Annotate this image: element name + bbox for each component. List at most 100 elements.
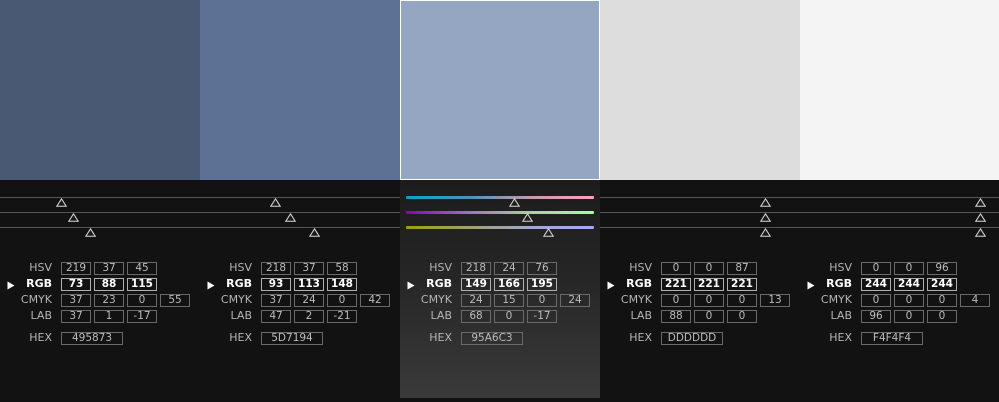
hsv-field-2[interactable]: 0 bbox=[694, 262, 724, 275]
triangle-up-icon[interactable] bbox=[759, 198, 771, 207]
lab-field-1[interactable]: 88 bbox=[661, 310, 691, 323]
cmyk-field-2[interactable]: 23 bbox=[94, 294, 124, 307]
cmyk-field-4[interactable]: 4 bbox=[960, 294, 990, 307]
rgb-field-2[interactable]: 113 bbox=[294, 278, 324, 291]
hsv-field-1[interactable]: 219 bbox=[61, 262, 91, 275]
cmyk-field-1[interactable]: 24 bbox=[461, 294, 491, 307]
cmyk-field-3[interactable]: 0 bbox=[927, 294, 957, 307]
rgb-field-1[interactable]: 244 bbox=[861, 278, 891, 291]
hsv-field-3[interactable]: 87 bbox=[727, 262, 757, 275]
lab-field-2[interactable]: 1 bbox=[94, 310, 124, 323]
channel-slider-2[interactable] bbox=[0, 212, 200, 213]
cmyk-field-1[interactable]: 0 bbox=[861, 294, 891, 307]
lab-field-1[interactable]: 47 bbox=[261, 310, 291, 323]
channel-slider-3[interactable] bbox=[800, 227, 999, 228]
cmyk-field-3[interactable]: 0 bbox=[727, 294, 757, 307]
cmyk-field-1[interactable]: 0 bbox=[661, 294, 691, 307]
triangle-up-icon[interactable] bbox=[974, 198, 986, 207]
hsv-field-3[interactable]: 96 bbox=[927, 262, 957, 275]
triangle-up-icon[interactable] bbox=[309, 228, 321, 237]
channel-slider-2[interactable] bbox=[200, 212, 400, 213]
lab-field-3[interactable]: -17 bbox=[127, 310, 157, 323]
color-swatch-5[interactable] bbox=[800, 0, 999, 180]
rgb-field-3[interactable]: 195 bbox=[527, 278, 557, 291]
triangle-up-icon[interactable] bbox=[269, 198, 281, 207]
lab-field-3[interactable]: -17 bbox=[527, 310, 557, 323]
hsv-field-2[interactable]: 24 bbox=[494, 262, 524, 275]
triangle-up-icon[interactable] bbox=[67, 213, 79, 222]
cmyk-field-4[interactable]: 13 bbox=[760, 294, 790, 307]
channel-slider-2[interactable] bbox=[800, 212, 999, 213]
triangle-up-icon[interactable] bbox=[974, 228, 986, 237]
triangle-up-icon[interactable] bbox=[759, 213, 771, 222]
cmyk-field-3[interactable]: 0 bbox=[327, 294, 357, 307]
hsv-field-3[interactable]: 58 bbox=[327, 262, 357, 275]
hsv-field-1[interactable]: 218 bbox=[461, 262, 491, 275]
hsv-field-1[interactable]: 0 bbox=[661, 262, 691, 275]
lab-field-3[interactable]: 0 bbox=[927, 310, 957, 323]
lab-field-2[interactable]: 0 bbox=[894, 310, 924, 323]
hsv-field-3[interactable]: 76 bbox=[527, 262, 557, 275]
rgb-field-1[interactable]: 221 bbox=[661, 278, 691, 291]
channel-slider-3[interactable] bbox=[200, 227, 400, 228]
channel-slider-1[interactable] bbox=[0, 197, 200, 198]
hex-field[interactable]: 5D7194 bbox=[261, 332, 323, 345]
triangle-up-icon[interactable] bbox=[84, 228, 96, 237]
triangle-up-icon[interactable] bbox=[509, 198, 521, 207]
channel-slider-1[interactable] bbox=[800, 197, 999, 198]
rgb-field-3[interactable]: 148 bbox=[327, 278, 357, 291]
hex-field[interactable]: 95A6C3 bbox=[461, 332, 523, 345]
lab-field-2[interactable]: 0 bbox=[694, 310, 724, 323]
rgb-field-1[interactable]: 93 bbox=[261, 278, 291, 291]
triangle-up-icon[interactable] bbox=[542, 228, 554, 237]
lab-field-2[interactable]: 0 bbox=[494, 310, 524, 323]
color-swatch-3[interactable] bbox=[400, 0, 600, 180]
cmyk-field-4[interactable]: 42 bbox=[360, 294, 390, 307]
lab-field-1[interactable]: 96 bbox=[861, 310, 891, 323]
cmyk-field-3[interactable]: 0 bbox=[127, 294, 157, 307]
cmyk-field-2[interactable]: 0 bbox=[694, 294, 724, 307]
hex-field[interactable]: DDDDDD bbox=[661, 332, 723, 345]
rgb-field-3[interactable]: 115 bbox=[127, 278, 157, 291]
lab-field-1[interactable]: 68 bbox=[461, 310, 491, 323]
hsv-label: HSV bbox=[229, 261, 252, 274]
lab-field-3[interactable]: 0 bbox=[727, 310, 757, 323]
channel-slider-3[interactable] bbox=[0, 227, 200, 228]
hex-field[interactable]: F4F4F4 bbox=[861, 332, 923, 345]
rgb-field-3[interactable]: 221 bbox=[727, 278, 757, 291]
rgb-field-1[interactable]: 149 bbox=[461, 278, 491, 291]
cmyk-field-2[interactable]: 0 bbox=[894, 294, 924, 307]
triangle-up-icon[interactable] bbox=[974, 213, 986, 222]
cmyk-field-2[interactable]: 24 bbox=[294, 294, 324, 307]
cmyk-field-2[interactable]: 15 bbox=[494, 294, 524, 307]
cmyk-field-3[interactable]: 0 bbox=[527, 294, 557, 307]
hsv-field-2[interactable]: 37 bbox=[294, 262, 324, 275]
triangle-up-icon[interactable] bbox=[56, 198, 68, 207]
color-swatch-1[interactable] bbox=[0, 0, 200, 180]
triangle-up-icon[interactable] bbox=[284, 213, 296, 222]
cmyk-field-4[interactable]: 24 bbox=[560, 294, 590, 307]
lab-field-3[interactable]: -21 bbox=[327, 310, 357, 323]
rgb-field-3[interactable]: 244 bbox=[927, 278, 957, 291]
lab-field-2[interactable]: 2 bbox=[294, 310, 324, 323]
cmyk-field-1[interactable]: 37 bbox=[261, 294, 291, 307]
rgb-field-2[interactable]: 88 bbox=[94, 278, 124, 291]
lab-field-1[interactable]: 37 bbox=[61, 310, 91, 323]
rgb-field-2[interactable]: 166 bbox=[494, 278, 524, 291]
color-swatch-2[interactable] bbox=[200, 0, 400, 180]
color-swatch-4[interactable] bbox=[600, 0, 800, 180]
hex-field[interactable]: 495873 bbox=[61, 332, 123, 345]
triangle-up-icon[interactable] bbox=[759, 228, 771, 237]
rgb-field-1[interactable]: 73 bbox=[61, 278, 91, 291]
cmyk-field-4[interactable]: 55 bbox=[160, 294, 190, 307]
hsv-field-1[interactable]: 218 bbox=[261, 262, 291, 275]
channel-slider-1[interactable] bbox=[200, 197, 400, 198]
cmyk-field-1[interactable]: 37 bbox=[61, 294, 91, 307]
hsv-field-3[interactable]: 45 bbox=[127, 262, 157, 275]
hsv-field-2[interactable]: 0 bbox=[894, 262, 924, 275]
hsv-field-2[interactable]: 37 bbox=[94, 262, 124, 275]
triangle-up-icon[interactable] bbox=[522, 213, 534, 222]
rgb-field-2[interactable]: 244 bbox=[894, 278, 924, 291]
hsv-field-1[interactable]: 0 bbox=[861, 262, 891, 275]
rgb-field-2[interactable]: 221 bbox=[694, 278, 724, 291]
